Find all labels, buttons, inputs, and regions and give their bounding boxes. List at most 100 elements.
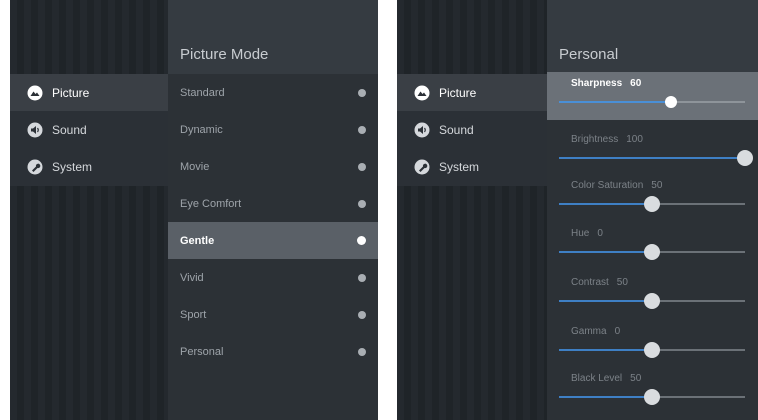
slider-track[interactable] — [559, 389, 745, 405]
slider-name: Hue — [571, 228, 590, 239]
slider-track[interactable] — [559, 293, 745, 309]
slider-fill — [559, 251, 652, 253]
sidebar-item-label: System — [439, 159, 480, 174]
wrench-icon — [26, 158, 44, 176]
radio-dot-icon — [358, 88, 366, 97]
picture-icon — [413, 84, 431, 102]
sidebar-item-system[interactable]: System — [397, 148, 547, 185]
sidebar-item-label: System — [52, 159, 93, 174]
slider-label: Color Saturation 50 — [571, 180, 662, 191]
settings-sidebar: Picture Sound System — [397, 0, 547, 420]
slider-name: Gamma — [571, 326, 607, 337]
mode-label: Sport — [180, 308, 207, 321]
slider-label: Gamma 0 — [571, 326, 620, 337]
sidebar-item-picture[interactable]: Picture — [397, 74, 547, 111]
slider-value: 50 — [630, 373, 642, 384]
slider-fill — [559, 157, 745, 159]
radio-dot-icon — [358, 273, 366, 282]
sidebar-item-label: Sound — [52, 122, 87, 137]
slider-fill — [559, 101, 671, 103]
slider-track[interactable] — [559, 244, 745, 260]
slider-name: Brightness — [571, 134, 619, 145]
slider-name: Black Level — [571, 373, 623, 384]
mode-eye-comfort[interactable]: Eye Comfort — [168, 185, 378, 222]
mode-standard[interactable]: Standard — [168, 74, 378, 111]
slider-knob[interactable] — [644, 196, 660, 212]
personal-settings-panel: Personal Sharpness 60 Brightness 100 Color… — [547, 0, 758, 420]
slider-value: 0 — [614, 326, 621, 337]
picture-mode-screen: Picture Sound System Picture Mode Standa… — [10, 0, 378, 420]
radio-dot-icon — [357, 236, 366, 245]
hue-slider[interactable]: Hue 0 — [547, 222, 758, 270]
panel-title: Personal — [559, 46, 619, 63]
slider-knob[interactable] — [644, 293, 660, 309]
picture-icon — [26, 84, 44, 102]
contrast-slider[interactable]: Contrast 50 — [547, 271, 758, 319]
sidebar-item-label: Picture — [52, 85, 90, 100]
slider-track[interactable] — [559, 196, 745, 212]
black-level-slider[interactable]: Black Level 50 — [547, 367, 758, 415]
panel-header: Personal — [547, 0, 758, 74]
slider-value: 50 — [651, 180, 663, 191]
slider-label: Sharpness 60 — [571, 78, 641, 89]
slider-track[interactable] — [559, 150, 753, 166]
sidebar-texture — [397, 0, 547, 420]
slider-value: 50 — [616, 277, 628, 288]
slider-fill — [559, 349, 652, 351]
sidebar-item-sound[interactable]: Sound — [10, 111, 168, 148]
slider-value: 0 — [597, 228, 603, 239]
wrench-icon — [413, 158, 431, 176]
slider-value: 100 — [626, 134, 643, 145]
mode-gentle[interactable]: Gentle — [168, 222, 378, 259]
slider-label: Hue 0 — [571, 228, 603, 239]
radio-dot-icon — [358, 310, 366, 319]
slider-fill — [559, 300, 652, 302]
sidebar-item-system[interactable]: System — [10, 148, 168, 185]
mode-movie[interactable]: Movie — [168, 148, 378, 185]
slider-fill — [559, 203, 652, 205]
radio-dot-icon — [358, 162, 366, 171]
slider-fill — [559, 396, 652, 398]
slider-label: Contrast 50 — [571, 277, 628, 288]
radio-dot-icon — [358, 125, 366, 134]
mode-sport[interactable]: Sport — [168, 296, 378, 333]
slider-knob[interactable] — [737, 150, 753, 166]
slider-label: Black Level 50 — [571, 373, 641, 384]
sound-icon — [26, 121, 44, 139]
mode-label: Standard — [180, 86, 225, 99]
slider-knob[interactable] — [664, 96, 677, 108]
mode-label: Gentle — [180, 234, 215, 247]
sidebar-item-sound[interactable]: Sound — [397, 111, 547, 148]
mode-label: Dynamic — [180, 123, 223, 136]
panel-title: Picture Mode — [180, 46, 269, 63]
sharpness-slider[interactable]: Sharpness 60 — [547, 72, 758, 120]
slider-name: Sharpness — [571, 78, 623, 89]
panel-header: Picture Mode — [168, 0, 378, 74]
mode-label: Vivid — [180, 271, 204, 284]
gamma-slider[interactable]: Gamma 0 — [547, 320, 758, 368]
mode-personal[interactable]: Personal — [168, 333, 378, 370]
slider-knob[interactable] — [644, 342, 660, 358]
sidebar-item-label: Picture — [439, 85, 477, 100]
slider-name: Contrast — [571, 277, 609, 288]
personal-settings-screen: Picture Sound System Personal Sharpness 6… — [397, 0, 758, 420]
mode-dynamic[interactable]: Dynamic — [168, 111, 378, 148]
slider-knob[interactable] — [644, 244, 660, 260]
slider-track[interactable] — [559, 342, 745, 358]
radio-dot-icon — [358, 347, 366, 356]
settings-sidebar: Picture Sound System — [10, 0, 168, 420]
picture-mode-panel: Picture Mode Standard Dynamic Movie Eye … — [168, 0, 378, 420]
slider-knob[interactable] — [644, 389, 660, 405]
slider-label: Brightness 100 — [571, 134, 643, 145]
color-saturation-slider[interactable]: Color Saturation 50 — [547, 174, 758, 222]
radio-dot-icon — [358, 199, 366, 208]
mode-label: Eye Comfort — [180, 197, 242, 210]
sidebar-item-picture[interactable]: Picture — [10, 74, 168, 111]
sidebar-texture — [10, 0, 168, 420]
brightness-slider[interactable]: Brightness 100 — [547, 128, 758, 176]
mode-vivid[interactable]: Vivid — [168, 259, 378, 296]
mode-label: Movie — [180, 160, 210, 173]
sidebar-item-label: Sound — [439, 122, 474, 137]
slider-name: Color Saturation — [571, 180, 644, 191]
slider-track[interactable] — [559, 96, 745, 108]
